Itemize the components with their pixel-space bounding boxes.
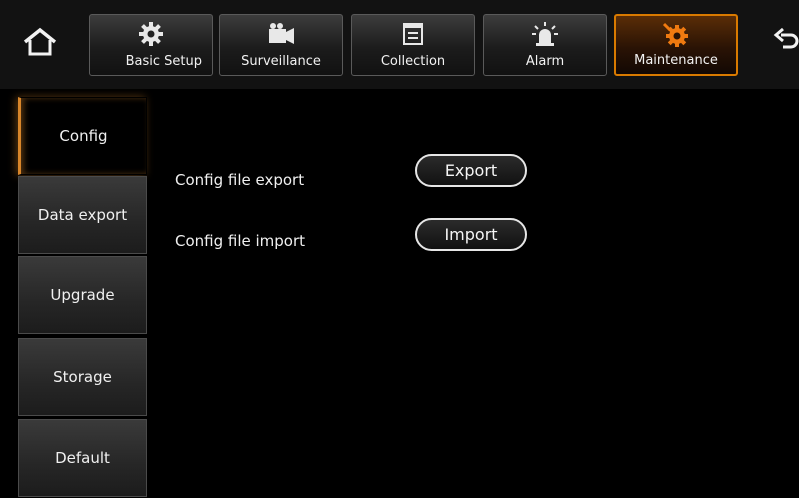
dvr-settings-screen: Basic Setup Surveillance Collection Alar… (0, 0, 799, 498)
sidebar-item-label: Storage (53, 368, 112, 386)
tab-surveillance[interactable]: Surveillance (219, 14, 343, 76)
config-panel: Config file export Export Config file im… (150, 89, 799, 498)
top-nav-bar: Basic Setup Surveillance Collection Alar… (0, 0, 799, 89)
tab-collection[interactable]: Collection (351, 14, 475, 76)
maintenance-sidebar: Config Data export Upgrade Storage Defau… (0, 89, 150, 498)
tab-maintenance-label: Maintenance (634, 53, 718, 68)
config-import-label: Config file import (175, 232, 306, 250)
back-button[interactable] (760, 16, 799, 68)
tab-alarm-label: Alarm (525, 54, 565, 69)
sidebar-item-label: Default (55, 449, 110, 467)
home-icon (23, 27, 57, 56)
tab-alarm[interactable]: Alarm (483, 14, 607, 76)
import-button[interactable]: Import (415, 218, 527, 251)
alarm-light-icon (484, 21, 606, 47)
sidebar-item-data-export[interactable]: Data export (18, 176, 147, 254)
export-button[interactable]: Export (415, 154, 527, 187)
config-export-label: Config file export (175, 171, 305, 189)
gear-icon (90, 21, 212, 47)
tab-basic-setup-label: Basic Setup (125, 54, 202, 69)
sidebar-item-upgrade[interactable]: Upgrade (18, 256, 147, 334)
sidebar-item-label: Data export (37, 206, 128, 224)
maintenance-gear-icon (616, 22, 736, 48)
tab-surveillance-label: Surveillance (241, 54, 321, 69)
sidebar-item-config[interactable]: Config (18, 97, 147, 175)
document-icon (352, 21, 474, 47)
tab-collection-label: Collection (380, 54, 446, 69)
camera-icon (220, 21, 342, 47)
sidebar-item-label: Config (59, 127, 108, 145)
tab-maintenance[interactable]: Maintenance (614, 14, 738, 76)
sidebar-item-storage[interactable]: Storage (18, 338, 147, 416)
back-arrow-icon (773, 27, 799, 49)
sidebar-item-default[interactable]: Default (18, 419, 147, 497)
home-button[interactable] (14, 16, 66, 68)
tab-basic-setup[interactable]: Basic Setup (89, 14, 213, 76)
sidebar-item-label: Upgrade (50, 286, 115, 304)
